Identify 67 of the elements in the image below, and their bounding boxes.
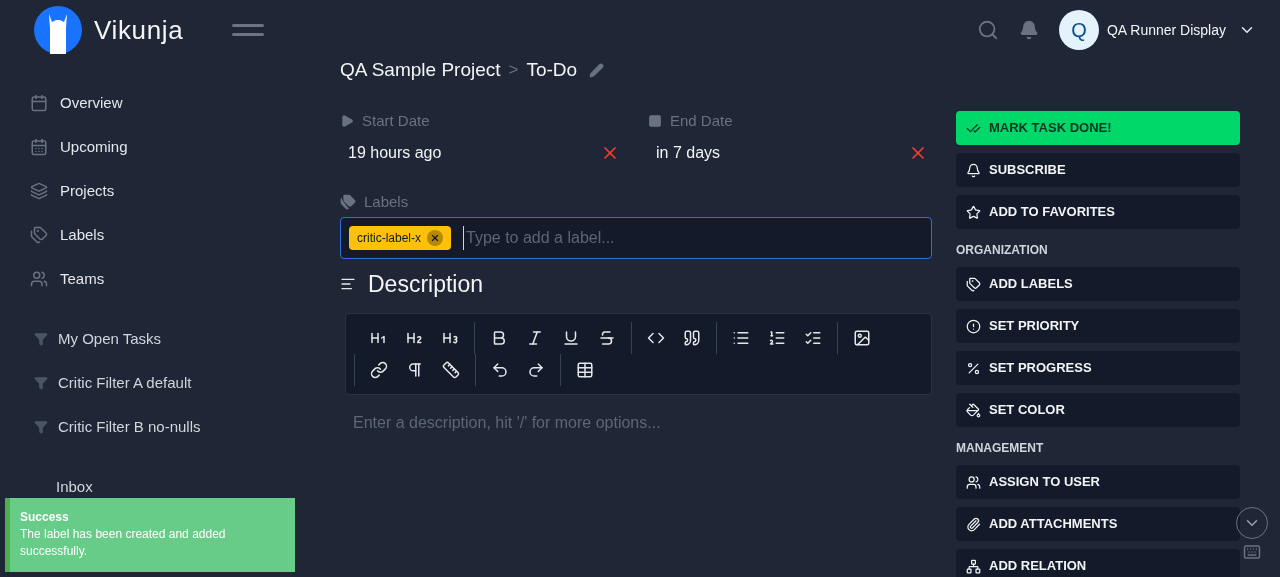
tags-icon xyxy=(966,276,981,292)
action-button[interactable]: ADD TO FAVORITES xyxy=(956,195,1240,229)
date-value[interactable]: 19 hours ago xyxy=(348,140,442,165)
date-label: End Date xyxy=(670,111,733,131)
nav-link[interactable]: Projects xyxy=(60,179,115,203)
action-button[interactable]: ADD LABELS xyxy=(956,267,1240,301)
labels-field[interactable]: critic-label-x Type to add a label... xyxy=(340,217,932,259)
label-tag: critic-label-x xyxy=(349,226,451,250)
brand-name: Vikunja xyxy=(94,13,184,47)
action-button[interactable]: SET COLOR xyxy=(956,393,1240,427)
alert-icon xyxy=(966,318,981,334)
filter-icon xyxy=(34,332,48,346)
filter-link[interactable]: Critic Filter B no-nulls xyxy=(58,415,201,439)
keyboard-icon[interactable] xyxy=(1243,543,1261,561)
paperclip-icon xyxy=(966,516,981,532)
calendar-icon xyxy=(30,94,48,112)
stop-icon xyxy=(648,114,662,129)
action-button[interactable]: SET PRIORITY xyxy=(956,309,1240,343)
bell-icon[interactable] xyxy=(1018,20,1039,40)
action-button[interactable]: ADD ATTACHMENTS xyxy=(956,507,1240,541)
menu-icon[interactable] xyxy=(232,24,264,36)
user-avatar[interactable]: Q xyxy=(1058,10,1099,50)
action-button[interactable]: MARK TASK DONE! xyxy=(956,111,1240,145)
toast-message: The label has been created and added successfully. xyxy=(20,526,227,560)
play-icon xyxy=(340,114,354,129)
user-name[interactable]: QA Runner Display xyxy=(1106,20,1226,40)
description-heading: Description xyxy=(368,269,484,299)
task-title: To-Do xyxy=(526,57,578,82)
nav-link[interactable]: Labels xyxy=(60,223,105,247)
labels-heading: Labels xyxy=(364,191,409,212)
description-field[interactable]: Enter a description, hit '/' for more options... xyxy=(345,403,932,443)
users-icon xyxy=(966,474,981,490)
remove-icon[interactable] xyxy=(427,230,443,246)
filter-link[interactable]: Critic Filter A default xyxy=(58,371,192,395)
description-icon xyxy=(340,276,356,292)
percent-icon xyxy=(966,360,981,376)
filter-link[interactable]: My Open Tasks xyxy=(58,327,162,351)
nav-link[interactable]: Upcoming xyxy=(60,135,128,159)
calendar-icon xyxy=(30,138,48,156)
network-icon xyxy=(966,558,981,574)
layers-icon xyxy=(30,182,48,200)
search-icon[interactable] xyxy=(976,19,999,41)
tags-icon xyxy=(340,193,356,210)
star-icon xyxy=(966,204,981,220)
bell-icon xyxy=(966,162,981,178)
breadcrumb-separator: > xyxy=(508,59,519,82)
action-button[interactable]: SUBSCRIBE xyxy=(956,153,1240,187)
action-button[interactable]: SET PROGRESS xyxy=(956,351,1240,385)
date-value[interactable]: in 7 days xyxy=(656,140,721,165)
section-heading: ORGANIZATION xyxy=(956,242,1049,259)
filter-icon xyxy=(34,420,48,434)
action-button[interactable]: ASSIGN TO USER xyxy=(956,465,1240,499)
nav-link[interactable]: Teams xyxy=(60,267,105,291)
paint-bucket-icon xyxy=(966,402,981,418)
llama-logo-icon xyxy=(34,6,82,54)
project-link[interactable]: Inbox xyxy=(56,475,93,499)
filter-icon xyxy=(34,376,48,390)
action-button[interactable]: ADD RELATION xyxy=(956,549,1240,577)
users-icon xyxy=(30,270,48,288)
edit-icon[interactable] xyxy=(589,62,605,78)
toast-title: Success xyxy=(20,509,70,526)
nav-link[interactable]: Overview xyxy=(60,91,123,115)
label-input[interactable]: Type to add a label... xyxy=(463,226,923,250)
breadcrumb-project[interactable]: QA Sample Project xyxy=(340,55,501,85)
tags-icon xyxy=(30,226,48,244)
date-label: Start Date xyxy=(362,111,430,131)
section-heading: MANAGEMENT xyxy=(956,440,1045,457)
